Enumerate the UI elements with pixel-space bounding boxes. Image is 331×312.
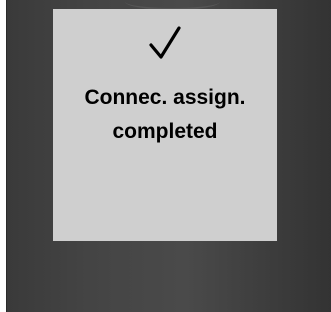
checkmark-icon (53, 23, 277, 63)
handset-display: Connec. assign. completed (53, 9, 277, 241)
status-message-line-2: completed (112, 120, 218, 143)
status-message: Connec. assign. completed (53, 81, 277, 149)
status-message-line-1: Connec. assign. (84, 86, 246, 109)
